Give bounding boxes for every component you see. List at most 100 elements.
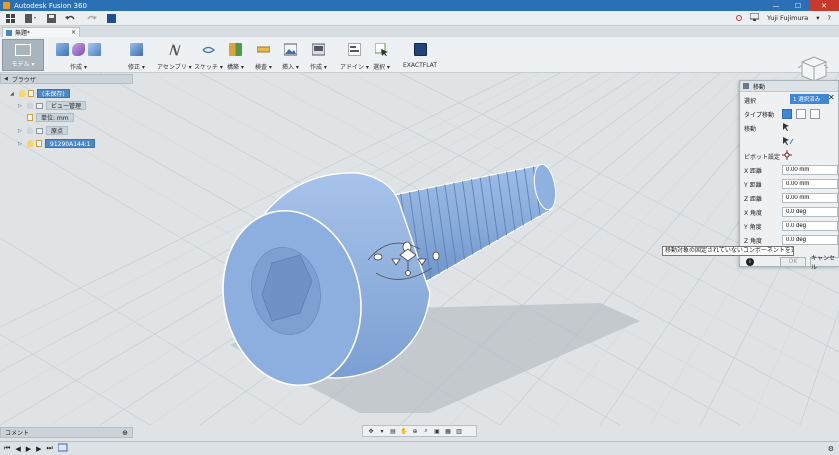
extrude-icon[interactable] <box>88 42 101 56</box>
insert-image-icon[interactable] <box>283 43 297 56</box>
x-distance-label: X 距離 <box>744 168 763 175</box>
y-distance-input[interactable] <box>782 179 838 189</box>
notification-icon[interactable] <box>749 12 760 23</box>
tree-item-units[interactable]: 単位: mm <box>27 113 74 122</box>
orbit-icon[interactable]: ✥ <box>367 427 375 435</box>
job-status-icon[interactable] <box>104 13 118 24</box>
addins-group[interactable]: アドイン ▾ <box>340 41 369 71</box>
timeline-play-button[interactable]: ▶ <box>26 445 31 453</box>
timeline-prev-button[interactable]: ◀ <box>15 445 20 453</box>
scripts-addins-icon[interactable] <box>347 42 361 56</box>
joint-icon[interactable] <box>168 42 181 56</box>
help-icon[interactable]: ? <box>828 14 831 22</box>
visibility-bulb-icon[interactable] <box>19 90 25 97</box>
comments-panel[interactable]: コメント ⊕ <box>0 427 133 438</box>
exactflat-icon[interactable] <box>413 42 427 56</box>
user-name[interactable]: Yuji Fujimura <box>767 14 808 22</box>
select-arrow-icon[interactable] <box>374 42 388 56</box>
user-caret[interactable]: ▾ <box>816 14 819 22</box>
data-panel-icon[interactable] <box>4 13 18 24</box>
view-management-label[interactable]: ビュー管理 <box>46 101 87 110</box>
modify-group[interactable]: 修正 ▾ <box>128 41 145 71</box>
exactflat-group[interactable]: EXACTFLAT <box>403 41 437 69</box>
cancel-button[interactable]: キャンセル <box>810 255 839 271</box>
pan-icon[interactable]: ✋ <box>400 427 408 435</box>
make-group[interactable]: 作成 ▾ <box>310 41 327 71</box>
expand-icon[interactable]: ▷ <box>18 103 24 109</box>
move-type-free-button[interactable] <box>782 109 792 119</box>
sketch-line-icon[interactable] <box>202 43 215 56</box>
timeline-last-button[interactable]: ⏭ <box>46 444 52 453</box>
orbit-menu-icon[interactable]: ▾ <box>378 427 386 435</box>
origin-label[interactable]: 原点 <box>46 126 69 135</box>
record-icon[interactable] <box>736 15 743 21</box>
select-group[interactable]: 選択 ▾ <box>373 41 390 71</box>
units-label[interactable]: 単位: mm <box>36 113 74 122</box>
zoom-icon[interactable]: ⊕ <box>411 427 419 435</box>
visibility-bulb-icon[interactable] <box>27 127 33 134</box>
timeline-move-feature-icon[interactable] <box>57 443 68 454</box>
visibility-bulb-icon[interactable] <box>27 140 33 147</box>
document-tab[interactable]: 無題* × <box>2 27 80 37</box>
file-menu-icon[interactable] <box>24 13 38 24</box>
root-component-label[interactable]: (未保存) <box>37 89 70 98</box>
move-type-rotate-button[interactable] <box>810 109 820 119</box>
look-at-icon[interactable]: ▤ <box>389 427 397 435</box>
undo-icon[interactable] <box>64 13 78 24</box>
tree-item-view-management[interactable]: ▷ ビュー管理 <box>18 101 87 110</box>
visibility-bulb-icon[interactable] <box>27 102 33 109</box>
box-icon[interactable] <box>56 42 69 56</box>
tree-item-part[interactable]: ▷ 91290A144:1 <box>18 139 96 148</box>
pivot-set-icon[interactable] <box>782 150 792 160</box>
viewports-icon[interactable]: ▥ <box>455 427 463 435</box>
create-group[interactable]: 作成 ▾ <box>56 41 101 71</box>
save-icon[interactable] <box>44 13 58 24</box>
measure-icon[interactable] <box>256 43 270 56</box>
selection-button[interactable]: 1 選択済み <box>790 94 829 104</box>
sketch-group[interactable]: スケッチ ▾ <box>194 41 223 71</box>
z-angle-input[interactable] <box>782 235 838 245</box>
construct-group[interactable]: 構築 ▾ <box>227 41 244 71</box>
form-icon[interactable] <box>72 42 85 56</box>
y-angle-input[interactable] <box>782 221 838 231</box>
redo-icon[interactable] <box>84 13 98 24</box>
ok-button[interactable]: OK <box>780 256 806 267</box>
clear-selection-icon[interactable]: ✕ <box>828 93 835 102</box>
press-pull-icon[interactable] <box>129 42 143 56</box>
move-arrow-icon[interactable] <box>782 136 794 146</box>
assemble-group-label: アセンブリ ▾ <box>157 64 192 71</box>
info-icon[interactable]: i <box>746 257 754 266</box>
assemble-group[interactable]: アセンブリ ▾ <box>157 41 192 71</box>
expand-icon[interactable]: ▷ <box>18 128 24 134</box>
offset-plane-icon[interactable] <box>228 42 242 56</box>
inspect-group[interactable]: 検査 ▾ <box>255 41 272 71</box>
move-type-translate-button[interactable] <box>796 109 806 119</box>
workspace-switcher[interactable]: モデル ▾ <box>2 39 44 71</box>
minimize-button[interactable]: — <box>765 0 787 11</box>
grid-settings-icon[interactable]: ▦ <box>444 427 452 435</box>
x-angle-input[interactable] <box>782 207 838 217</box>
window-title: Autodesk Fusion 360 <box>14 1 87 10</box>
close-window-button[interactable]: ✕ <box>809 0 839 11</box>
browser-collapse-icon[interactable]: ◀ <box>4 76 8 82</box>
timeline-next-button[interactable]: ▶ <box>36 445 41 453</box>
tree-item-origin[interactable]: ▷ 原点 <box>18 126 69 135</box>
z-distance-input[interactable] <box>782 193 838 203</box>
add-comment-icon[interactable]: ⊕ <box>122 429 128 437</box>
3d-print-icon[interactable] <box>311 43 325 56</box>
part-label[interactable]: 91290A144:1 <box>45 139 96 148</box>
insert-group[interactable]: 挿入 ▾ <box>282 41 299 71</box>
tree-root[interactable]: ◢ (未保存) <box>10 89 70 98</box>
expand-icon[interactable]: ◢ <box>10 91 16 97</box>
browser-header[interactable]: ◀ ブラウザ <box>0 74 133 84</box>
fit-icon[interactable]: ⌕ <box>422 427 430 435</box>
move-dialog-title-bar[interactable]: 移動 <box>740 81 838 92</box>
timeline-settings-icon[interactable]: ⚙ <box>828 445 834 453</box>
x-distance-input[interactable] <box>782 165 838 175</box>
move-cursor-icon[interactable] <box>782 122 794 132</box>
expand-icon[interactable]: ▷ <box>18 141 24 147</box>
timeline-first-button[interactable]: ⏮ <box>4 444 10 453</box>
maximize-button[interactable]: ☐ <box>787 0 809 11</box>
display-settings-icon[interactable]: ▣ <box>433 427 441 435</box>
document-tab-close[interactable]: × <box>71 29 76 36</box>
